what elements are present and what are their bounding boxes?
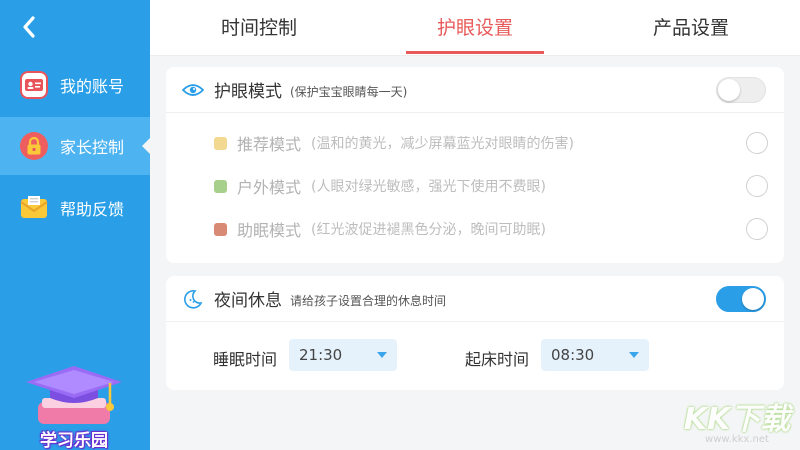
mode-description: (温和的黄光，减少屏幕蓝光对眼睛的伤害) [311, 136, 574, 152]
tab-time-control[interactable]: 时间控制 [189, 0, 329, 56]
eye-care-subtitle: (保护宝宝眼睛每一天) [290, 84, 408, 99]
mode-radio[interactable] [746, 132, 768, 154]
active-tab-indicator [406, 51, 544, 54]
sidebar-item-parental-control[interactable]: 家长控制 [0, 117, 150, 175]
mode-description: (人眼对绿光敏感，强光下使用不费眼) [311, 179, 546, 195]
color-swatch [214, 222, 227, 236]
mode-radio[interactable] [746, 175, 768, 197]
tab-label: 时间控制 [220, 17, 297, 39]
mode-description: (红光波促进褪黑色分泌，晚间可助眠) [311, 222, 546, 238]
mode-recommended[interactable]: 推荐模式 (温和的黄光，减少屏幕蓝光对眼睛的伤害) [214, 128, 768, 158]
eye-care-card: 护眼模式 (保护宝宝眼睛每一天) 推荐模式 (温和的黄光，减少屏幕蓝光对眼睛的伤… [166, 67, 784, 263]
night-rest-subtitle: 请给孩子设置合理的休息时间 [290, 293, 447, 308]
eye-icon [182, 83, 204, 96]
night-rest-toggle[interactable] [716, 286, 766, 312]
night-rest-card: 夜间休息 请给孩子设置合理的休息时间 睡眠时间 21:30 起床时间 08:30 [166, 276, 784, 390]
chevron-down-icon [377, 352, 387, 358]
tab-label: 护眼设置 [436, 17, 513, 39]
mode-outdoor[interactable]: 户外模式 (人眼对绿光敏感，强光下使用不费眼) [214, 171, 768, 201]
sleep-time-label: 睡眠时间 [213, 350, 278, 369]
toggle-knob [742, 288, 764, 310]
sidebar: 我的账号 家长控制 帮助反馈 学习乐园 [0, 0, 150, 450]
app-logo: 学习乐园 [18, 362, 130, 450]
mail-icon [20, 194, 48, 222]
lock-icon [20, 132, 48, 160]
watermark-logo: KK下载 [683, 402, 791, 437]
id-card-icon [20, 71, 48, 99]
toggle-knob [718, 79, 740, 101]
sleep-time-value: 21:30 [299, 346, 343, 364]
back-button[interactable] [14, 10, 44, 44]
mode-name: 推荐模式 [237, 135, 302, 154]
tab-bar: 时间控制 护眼设置 产品设置 [150, 0, 800, 56]
eye-care-title: 护眼模式 [214, 82, 282, 102]
eye-care-toggle[interactable] [716, 77, 766, 103]
sidebar-item-label: 家长控制 [60, 138, 125, 157]
graduation-cap-icon [26, 366, 122, 424]
chevron-left-icon [23, 16, 35, 38]
mode-radio[interactable] [746, 218, 768, 240]
color-swatch [214, 179, 227, 193]
tab-product-settings[interactable]: 产品设置 [621, 0, 761, 56]
tab-label: 产品设置 [652, 17, 729, 39]
sleep-time-select[interactable]: 21:30 [289, 339, 397, 371]
wake-time-value: 08:30 [551, 346, 595, 364]
moon-icon [184, 289, 203, 309]
mode-name: 助眠模式 [237, 221, 302, 240]
color-swatch [214, 136, 227, 150]
sidebar-item-label: 帮助反馈 [60, 200, 125, 219]
watermark: KK下载 www.kkx.net [682, 394, 792, 448]
mode-name: 户外模式 [237, 178, 302, 197]
wake-time-select[interactable]: 08:30 [541, 339, 649, 371]
sidebar-item-label: 我的账号 [60, 77, 125, 96]
logo-text: 学习乐园 [40, 431, 108, 450]
tab-eye-care[interactable]: 护眼设置 [405, 0, 545, 56]
night-rest-header: 夜间休息 请给孩子设置合理的休息时间 [166, 276, 784, 322]
sidebar-item-account[interactable]: 我的账号 [0, 56, 150, 114]
eye-care-header: 护眼模式 (保护宝宝眼睛每一天) [166, 67, 784, 113]
chevron-down-icon [629, 352, 639, 358]
sidebar-item-help-feedback[interactable]: 帮助反馈 [0, 179, 150, 237]
wake-time-label: 起床时间 [465, 350, 530, 369]
night-rest-title: 夜间休息 [214, 291, 282, 311]
mode-sleep-aid[interactable]: 助眠模式 (红光波促进褪黑色分泌，晚间可助眠) [214, 214, 768, 244]
